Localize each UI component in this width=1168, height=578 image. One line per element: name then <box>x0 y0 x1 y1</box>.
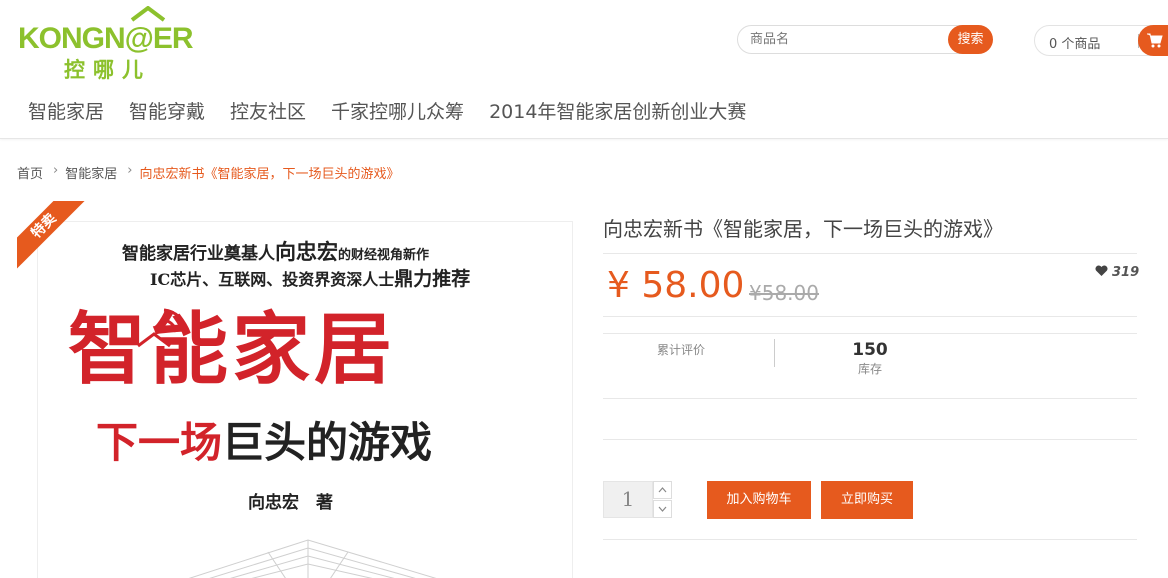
nav-item-community[interactable]: 控友社区 <box>230 97 306 124</box>
quantity-input[interactable]: 1 <box>603 481 653 518</box>
quantity-decrease[interactable] <box>653 500 672 518</box>
cover-subtitle: 下一场巨头的游戏 <box>96 418 433 467</box>
divider <box>603 539 1137 540</box>
chevron-up-icon <box>658 487 667 493</box>
breadcrumb-separator: › <box>53 163 59 178</box>
add-to-cart-button[interactable]: 加入购物车 <box>707 481 811 519</box>
cover-tagline-1: 智能家居行业奠基人向忠宏的财经视角新作 <box>122 240 430 264</box>
stock-label: 库存 <box>857 362 882 376</box>
search-input[interactable] <box>737 25 977 54</box>
cart-item-count: 0 个商品 <box>1049 37 1101 52</box>
stat-divider <box>774 339 775 367</box>
chevron-down-icon <box>658 506 667 512</box>
logo-wordmark: KONGN@ER <box>18 22 194 55</box>
divider <box>603 439 1137 440</box>
main-nav: 智能家居 智能穿戴 控友社区 千家控哪儿众筹 2014年智能家居创新创业大赛 <box>28 97 771 124</box>
review-label: 累计评价 <box>656 343 705 357</box>
book-cover: 智能家居行业奠基人向忠宏的财经视角新作 IC芯片、互联网、投资界资深人士鼎力推荐… <box>37 221 573 578</box>
breadcrumb-home[interactable]: 首页 <box>17 163 43 182</box>
divider <box>603 253 1137 254</box>
breadcrumb-current: 向忠宏新书《智能家居，下一场巨头的游戏》 <box>139 167 400 182</box>
breadcrumb: 首页 › 智能家居 › 向忠宏新书《智能家居，下一场巨头的游戏》 <box>17 163 399 182</box>
divider <box>603 398 1137 399</box>
search-button[interactable]: 搜索 <box>948 25 993 54</box>
product-image[interactable]: 智能家居行业奠基人向忠宏的财经视角新作 IC芯片、互联网、投资界资深人士鼎力推荐… <box>17 201 597 578</box>
heart-icon <box>1095 265 1108 276</box>
quantity-increase[interactable] <box>653 481 672 499</box>
cover-tagline-2: IC芯片、互联网、投资界资深人士鼎力推荐 <box>150 268 471 290</box>
sale-badge: 特卖 <box>17 201 87 271</box>
review-stat[interactable]: 累计评价 <box>616 341 746 358</box>
nav-item-wearables[interactable]: 智能穿戴 <box>129 97 205 124</box>
maze-illustration <box>188 539 437 578</box>
current-price: ¥ 58.00 <box>607 265 745 306</box>
breadcrumb-category[interactable]: 智能家居 <box>65 163 117 182</box>
shopping-cart-icon <box>1147 33 1163 48</box>
nav-item-crowdfunding[interactable]: 千家控哪儿众筹 <box>331 97 464 124</box>
breadcrumb-separator: › <box>127 163 133 178</box>
wifi-house-icon <box>137 308 188 348</box>
cover-author: 向忠宏 著 <box>248 493 333 513</box>
site-header: KONGN@ER 控哪儿 智能家居 智能穿戴 控友社区 千家控哪儿众筹 2014… <box>0 0 1168 139</box>
logo-chinese-name: 控哪儿 <box>64 58 151 82</box>
nav-item-contest[interactable]: 2014年智能家居创新创业大赛 <box>489 97 746 124</box>
stock-stat: 150 库存 <box>805 340 935 377</box>
site-logo[interactable]: KONGN@ER 控哪儿 <box>18 6 213 82</box>
divider <box>603 333 1137 334</box>
stock-value: 150 <box>852 340 888 360</box>
nav-item-smart-home[interactable]: 智能家居 <box>28 97 104 124</box>
product-title: 向忠宏新书《智能家居，下一场巨头的游戏》 <box>603 217 1003 241</box>
favorite-count[interactable]: 319 <box>1095 265 1139 280</box>
cover-title: 智能家居 <box>68 305 397 395</box>
buy-now-button[interactable]: 立即购买 <box>821 481 913 519</box>
cart-button[interactable] <box>1138 25 1168 56</box>
search-bar: 搜索 <box>737 25 993 56</box>
divider <box>603 316 1137 317</box>
original-price: ¥58.00 <box>749 281 819 305</box>
sale-ribbon: 特卖 <box>17 201 87 271</box>
